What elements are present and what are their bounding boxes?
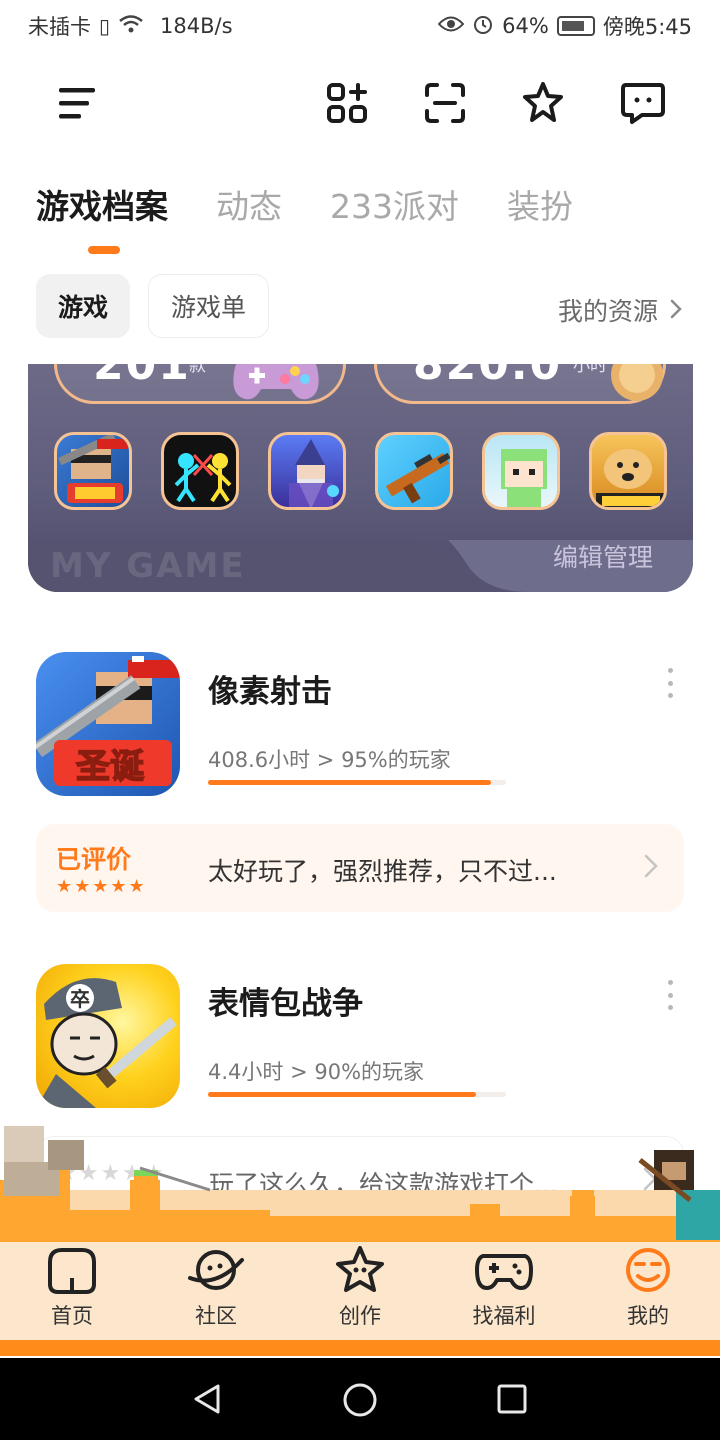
svg-text:圣诞: 圣诞 <box>76 747 144 787</box>
review-card[interactable]: 已评价 ★★★★★ 太好玩了，强烈推荐，只不过... <box>36 824 684 912</box>
nav-item-community[interactable]: 社区 <box>156 1244 276 1344</box>
nav-label: 我的 <box>627 1304 669 1328</box>
clock-decoration-icon <box>611 364 663 401</box>
review-text: 太好玩了，强烈推荐，只不过... <box>208 857 557 886</box>
rating-stars: ★★★★★ <box>56 876 147 897</box>
games-count: 201 <box>93 364 191 390</box>
game-playtime-stat: 4.4小时 > 90%的玩家 <box>208 1060 425 1084</box>
playtime-progress-bar <box>208 1092 506 1097</box>
carrier-text: 未插卡 <box>28 15 91 39</box>
meme-war-large-icon[interactable]: 卒 <box>36 964 180 1108</box>
sim-icon: ▯ <box>99 14 111 38</box>
eye-icon <box>437 14 465 38</box>
status-bar: 未插卡 ▯ 184B/s 64% 傍晚5:45 <box>0 0 720 52</box>
gamepad-icon <box>475 1254 533 1290</box>
subtab-games[interactable]: 游戏 <box>36 274 131 338</box>
subtab-game-list[interactable]: 游戏单 <box>148 274 270 338</box>
recents-icon[interactable] <box>496 1383 528 1415</box>
active-tab-indicator <box>88 246 120 254</box>
pixel-shooter-large-icon[interactable]: 圣诞 <box>36 652 180 796</box>
pixel-landscape-decoration <box>0 1126 720 1250</box>
pixel-shooter-icon[interactable] <box>54 432 132 510</box>
my-resources-link[interactable]: 我的资源 <box>558 292 682 328</box>
star-spark-icon[interactable] <box>518 78 568 128</box>
more-options-icon[interactable] <box>660 668 680 698</box>
gun-icon[interactable] <box>375 432 453 510</box>
message-icon[interactable] <box>618 78 668 128</box>
nav-label: 首页 <box>51 1304 93 1328</box>
my-game-watermark: MY GAME <box>50 546 246 586</box>
scan-icon[interactable] <box>420 78 470 128</box>
nav-label: 找福利 <box>472 1304 536 1328</box>
planet-icon <box>188 1250 244 1290</box>
create-star-icon <box>336 1246 384 1292</box>
playtime-progress-bar <box>208 780 506 785</box>
game-playtime-stat: 408.6小时 > 95%的玩家 <box>208 748 451 772</box>
playtime-progress-fill <box>208 1092 477 1097</box>
my-resources-label: 我的资源 <box>557 297 658 326</box>
playtime-progress-fill <box>208 780 492 785</box>
network-speed: 184B/s <box>160 14 233 38</box>
battery-percent: 64% <box>502 14 549 38</box>
game-title[interactable]: 表情包战争 <box>208 978 363 1023</box>
cube-hero-icon[interactable] <box>482 432 560 510</box>
nav-item-rewards[interactable]: 找福利 <box>444 1244 564 1344</box>
reviewed-label: 已评价 <box>56 845 132 874</box>
profile-tabs: 游戏档案 动态 233派对 装扮 <box>36 180 573 228</box>
gamepad-decoration-icon <box>233 364 319 400</box>
home-circle-icon[interactable] <box>342 1382 378 1418</box>
hours-pill: 820.0 小时 <box>374 364 666 404</box>
nav-item-me[interactable]: 我的 <box>588 1244 708 1344</box>
tab-activity[interactable]: 动态 <box>216 180 282 228</box>
add-app-icon[interactable] <box>322 78 372 128</box>
nav-item-create[interactable]: 创作 <box>300 1244 420 1344</box>
nav-label: 创作 <box>339 1304 381 1328</box>
more-options-icon[interactable] <box>660 980 680 1010</box>
menu-icon[interactable] <box>52 78 102 128</box>
subtabs: 游戏 游戏单 <box>36 274 270 338</box>
doge-icon[interactable] <box>589 432 667 510</box>
games-unit: 款 <box>189 364 206 376</box>
back-icon[interactable] <box>190 1382 224 1416</box>
home-icon <box>48 1248 96 1294</box>
bottom-nav: 首页 社区 创作 找福利 我的 <box>0 1244 720 1344</box>
profile-face-icon <box>626 1248 670 1292</box>
hours-unit: 小时 <box>573 364 607 376</box>
battery-icon <box>556 16 595 36</box>
my-game-card: 201 款 820.0 小时 MY GAME 编辑管理 <box>28 364 693 592</box>
edit-manage-button[interactable]: 编辑管理 <box>553 538 653 574</box>
game-title[interactable]: 像素射击 <box>208 666 332 711</box>
chevron-right-icon <box>670 296 682 325</box>
stickman-icon[interactable] <box>161 432 239 510</box>
pixel-character-left <box>4 1126 84 1196</box>
hours-value: 820.0 <box>413 364 563 390</box>
top-toolbar <box>0 62 720 142</box>
tab-game-archive[interactable]: 游戏档案 <box>36 180 168 228</box>
tab-dressup[interactable]: 装扮 <box>507 180 573 228</box>
svg-text:卒: 卒 <box>70 987 90 1011</box>
chevron-right-icon <box>644 854 658 882</box>
games-count-pill: 201 款 <box>54 364 346 404</box>
nav-item-home[interactable]: 首页 <box>12 1244 132 1344</box>
wizard-icon[interactable] <box>268 432 346 510</box>
system-navigation-bar <box>0 1358 720 1440</box>
clock: 傍晚5:45 <box>602 15 692 39</box>
recent-games-icons <box>54 432 667 510</box>
alarm-icon <box>472 13 494 40</box>
wifi-icon <box>118 13 144 40</box>
nav-label: 社区 <box>195 1304 237 1328</box>
tab-party[interactable]: 233派对 <box>330 180 459 228</box>
